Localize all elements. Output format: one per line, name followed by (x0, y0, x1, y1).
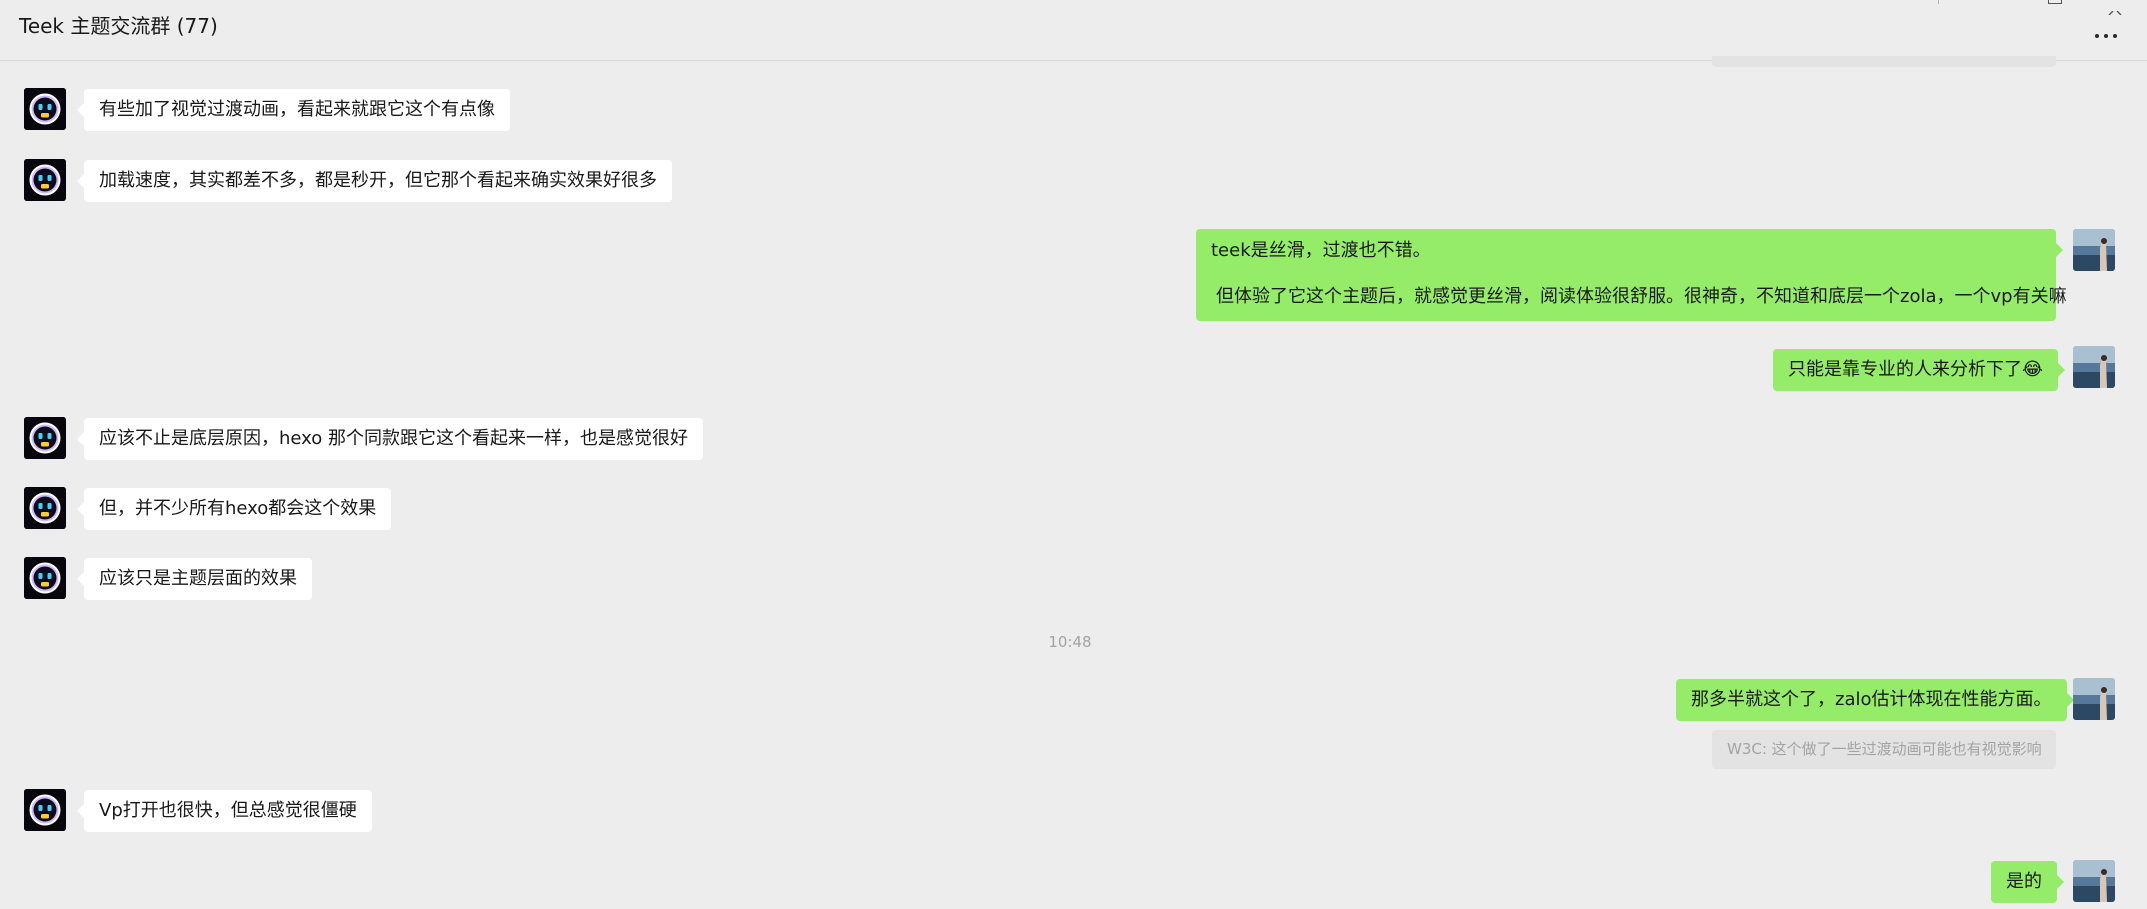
more-horizontal-icon (2095, 34, 2099, 38)
message-bubble[interactable]: 加载速度，其实都差不多，都是秒开，但它那个看起来确实效果好很多 (77, 160, 672, 202)
user-avatar[interactable] (2073, 860, 2115, 902)
message-bubble[interactable]: 有些加了视觉过渡动画，看起来就跟它这个有点像 (77, 89, 510, 131)
user-avatar[interactable] (2073, 346, 2115, 388)
chat-title: Teek 主题交流群 (77) (19, 14, 218, 38)
bot-avatar[interactable] (24, 487, 66, 529)
time-separator: 10:48 (1048, 633, 1092, 651)
previous-quote-card (1712, 56, 2056, 67)
window-divider (1938, 0, 1939, 4)
bot-avatar[interactable] (24, 417, 66, 459)
more-horizontal-icon-dot (2104, 34, 2108, 38)
message-text: 加载速度，其实都差不多，都是秒开，但它那个看起来确实效果好很多 (99, 170, 657, 191)
message-text: 但，并不少所有hexo都会这个效果 (99, 498, 377, 519)
message-bubble[interactable]: Vp打开也很快，但总感觉很僵硬 (77, 790, 372, 832)
message-bubble[interactable]: 那多半就这个了，zalo估计体现在性能方面。 (1676, 679, 2073, 721)
message-text: Vp打开也很快，但总感觉很僵硬 (99, 800, 357, 821)
bot-avatar[interactable] (24, 159, 66, 201)
user-avatar[interactable] (2073, 678, 2115, 720)
more-options-button[interactable] (2092, 22, 2122, 48)
message-text: 应该只是主题层面的效果 (99, 568, 297, 589)
bot-avatar[interactable] (24, 789, 66, 831)
message-text: teek是丝滑，过渡也不错。 (1211, 240, 1431, 261)
message-bubble[interactable]: 是的 (1991, 861, 2064, 903)
message-text: 应该不止是底层原因，hexo 那个同款跟它这个看起来一样，也是感觉很好 (99, 428, 688, 449)
message-text: 有些加了视觉过渡动画，看起来就跟它这个有点像 (99, 99, 495, 120)
bot-avatar[interactable] (24, 88, 66, 130)
bot-avatar[interactable] (24, 557, 66, 599)
close-window-icon[interactable] (2107, 0, 2123, 16)
more-horizontal-icon-dot (2113, 34, 2117, 38)
message-text: 是的 (2006, 871, 2042, 892)
message-bubble[interactable]: 应该只是主题层面的效果 (77, 558, 312, 600)
maximize-icon[interactable] (2048, 0, 2062, 4)
chat-header: Teek 主题交流群 (77) (0, 0, 2147, 61)
message-bubble[interactable]: 应该不止是底层原因，hexo 那个同款跟它这个看起来一样，也是感觉很好 (77, 418, 703, 460)
message-text: 但体验了它这个主题后，就感觉更丝滑，阅读体验很舒服。很神奇，不知道和底层一个zo… (1216, 286, 2067, 307)
message-bubble[interactable]: teek是丝滑，过渡也不错。 但体验了它这个主题后，就感觉更丝滑，阅读体验很舒服… (1196, 229, 2067, 321)
message-bubble[interactable]: 但，并不少所有hexo都会这个效果 (76, 488, 392, 530)
message-text: 只能是靠专业的人来分析下了😂 (1788, 359, 2044, 380)
user-avatar[interactable] (2073, 229, 2115, 271)
quoted-message[interactable]: W3C: 这个做了一些过渡动画可能也有视觉影响 (1712, 730, 2056, 769)
message-bubble[interactable]: 只能是靠专业的人来分析下了😂 (1773, 349, 2066, 391)
message-text: 那多半就这个了，zalo估计体现在性能方面。 (1691, 689, 2052, 710)
